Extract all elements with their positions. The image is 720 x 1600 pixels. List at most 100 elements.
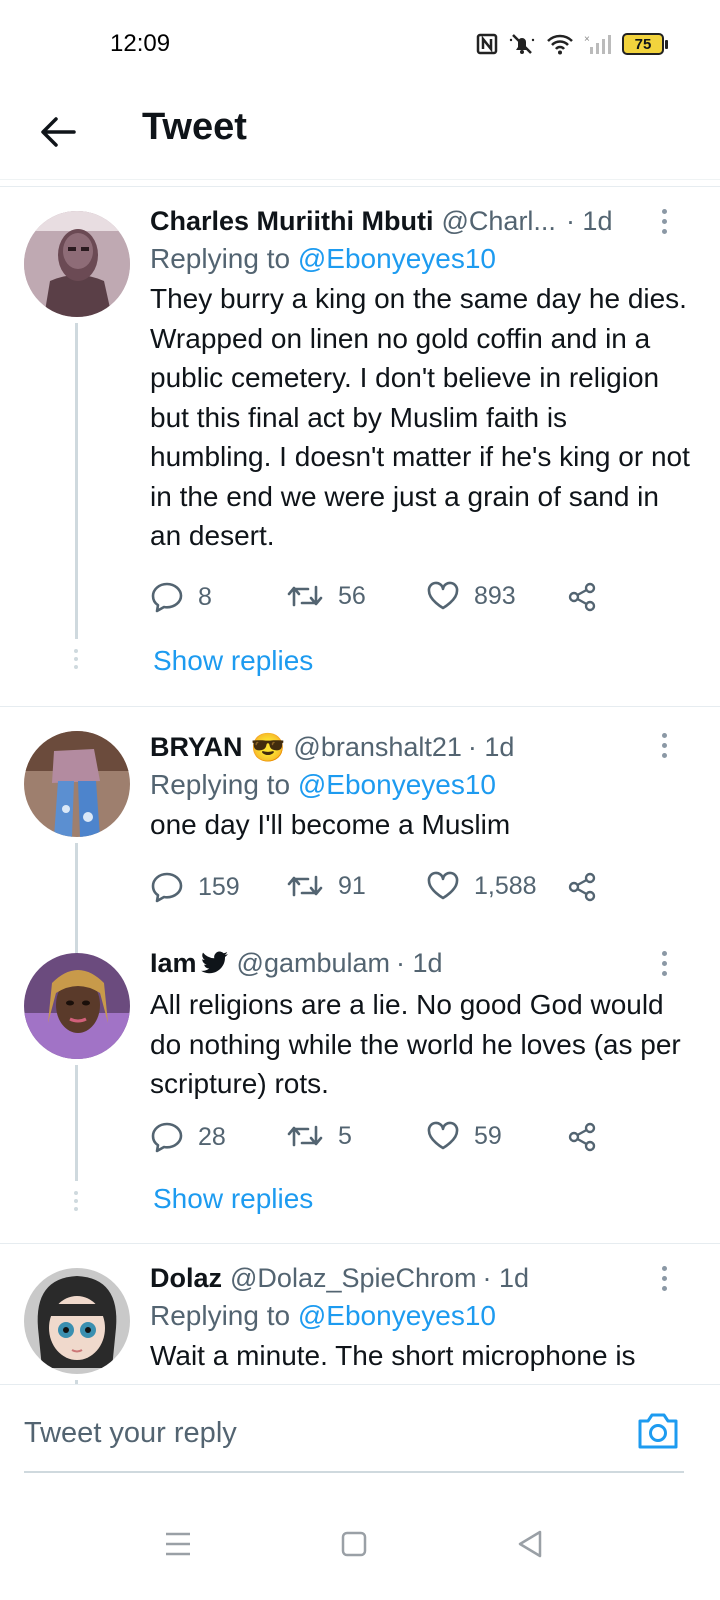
- thread-dots: [74, 1191, 79, 1211]
- home-button[interactable]: [334, 1524, 374, 1564]
- status-bar: 12:09 × 75: [0, 0, 720, 92]
- retweet-icon: [287, 585, 323, 607]
- thread-dots: [74, 649, 79, 669]
- retweet-button[interactable]: 56: [286, 581, 366, 611]
- share-button[interactable]: [566, 871, 598, 903]
- battery-indicator: 75: [622, 33, 668, 55]
- tweet-text: Wait a minute. The short microphone is: [150, 1340, 636, 1371]
- reply-count: 28: [198, 1122, 226, 1151]
- author-handle[interactable]: @Charl...: [442, 206, 556, 237]
- menu-icon: [166, 1532, 190, 1556]
- retweet-icon: [287, 1125, 323, 1147]
- author-handle[interactable]: @gambulam: [237, 948, 390, 979]
- reply-icon: [151, 582, 183, 613]
- status-icons: × 75: [476, 32, 668, 56]
- avatar[interactable]: [24, 1268, 130, 1374]
- retweet-icon: [287, 875, 323, 897]
- tweet-time: · 1d: [482, 1262, 530, 1293]
- tweet-actions: 8 56 893: [150, 581, 620, 621]
- tweet-item[interactable]: Iam @gambulam · 1d All religions are a l…: [0, 947, 720, 1243]
- retweet-count: 5: [338, 1121, 352, 1150]
- back-arrow-icon: [41, 117, 76, 147]
- avatar-image: [24, 731, 130, 837]
- like-button[interactable]: 893: [426, 581, 516, 611]
- replying-mention-link[interactable]: @Ebonyeyes10: [298, 769, 496, 800]
- reply-icon: [151, 872, 183, 903]
- reply-button[interactable]: 8: [150, 581, 212, 613]
- author-name[interactable]: Charles Muriithi Mbuti: [150, 206, 434, 237]
- nfc-icon: [476, 33, 498, 55]
- more-options-button[interactable]: [658, 951, 670, 976]
- avatar[interactable]: [24, 211, 130, 317]
- tweet-meta: BRYAN 😎 @branshalt21 · 1d: [150, 729, 690, 765]
- thread-line: [75, 1065, 78, 1181]
- reply-composer: [0, 1384, 720, 1484]
- retweet-count: 56: [338, 581, 366, 610]
- wifi-icon: [547, 34, 573, 55]
- bird-icon: [200, 951, 228, 974]
- reply-button[interactable]: 159: [150, 871, 240, 903]
- more-options-button[interactable]: [658, 209, 670, 234]
- recents-button[interactable]: [158, 1524, 198, 1564]
- page-title: Tweet: [142, 106, 247, 148]
- tweet-content: BRYAN 😎 @branshalt21 · 1d Replying to @E…: [150, 729, 690, 845]
- more-options-button[interactable]: [658, 1266, 670, 1291]
- tweet-content: Charles Muriithi Mbuti @Charl... · 1d Re…: [150, 203, 690, 556]
- author-handle[interactable]: @Dolaz_SpieChrom: [230, 1263, 477, 1294]
- author-handle[interactable]: @branshalt21: [293, 732, 462, 763]
- home-icon: [341, 1531, 367, 1557]
- retweet-button[interactable]: 91: [286, 871, 366, 901]
- back-nav-button[interactable]: [510, 1524, 550, 1564]
- tweet-time: · 1d: [396, 947, 443, 978]
- replying-mention-link[interactable]: @Ebonyeyes10: [298, 243, 496, 274]
- like-button[interactable]: 59: [426, 1121, 502, 1151]
- retweet-count: 91: [338, 871, 366, 900]
- share-button[interactable]: [566, 581, 598, 613]
- tweet-meta: Dolaz @Dolaz_SpieChrom · 1d: [150, 1260, 690, 1296]
- like-count: 59: [474, 1121, 502, 1150]
- replying-mention-link[interactable]: @Ebonyeyes10: [298, 1300, 496, 1331]
- replying-to: Replying to @Ebonyeyes10: [150, 769, 690, 801]
- like-count: 893: [474, 581, 516, 610]
- avatar-image: [24, 211, 130, 317]
- reply-underline: [24, 1471, 684, 1473]
- tweet-actions: 28 5 59: [150, 1121, 620, 1161]
- sunglasses-emoji-icon: 😎: [250, 731, 286, 763]
- show-replies-link[interactable]: Show replies: [153, 645, 313, 677]
- tweet-actions: 159 91 1,588: [150, 871, 620, 911]
- status-time: 12:09: [110, 30, 171, 57]
- tweet-item[interactable]: BRYAN 😎 @branshalt21 · 1d Replying to @E…: [0, 707, 720, 947]
- camera-button[interactable]: [636, 1411, 680, 1451]
- more-options-button[interactable]: [658, 733, 670, 758]
- top-app-bar: Tweet: [0, 92, 720, 180]
- avatar-image: [24, 953, 130, 1059]
- show-replies-link[interactable]: Show replies: [153, 1183, 313, 1215]
- like-count: 1,588: [474, 871, 537, 900]
- signal-icon: ×: [584, 34, 611, 54]
- share-button[interactable]: [566, 1121, 598, 1153]
- tweet-content: Iam @gambulam · 1d All religions are a l…: [150, 945, 690, 1104]
- retweet-button[interactable]: 5: [286, 1121, 352, 1151]
- reply-count: 159: [198, 872, 240, 901]
- reply-input[interactable]: [24, 1413, 584, 1453]
- author-name[interactable]: Iam: [150, 948, 197, 979]
- reply-count: 8: [198, 582, 212, 611]
- tweet-content: Dolaz @Dolaz_SpieChrom · 1d Replying to …: [150, 1260, 690, 1376]
- share-icon: [568, 1122, 596, 1152]
- avatar[interactable]: [24, 953, 130, 1059]
- replying-prefix: Replying to: [150, 769, 291, 800]
- like-icon: [427, 871, 459, 900]
- author-name[interactable]: Dolaz: [150, 1263, 222, 1294]
- reply-icon: [151, 1122, 183, 1153]
- avatar[interactable]: [24, 731, 130, 837]
- share-icon: [568, 872, 596, 902]
- back-button[interactable]: [34, 108, 82, 156]
- tweet-item[interactable]: Charles Muriithi Mbuti @Charl... · 1d Re…: [0, 187, 720, 707]
- tweet-time: · 1d: [565, 205, 613, 236]
- thread-line: [75, 843, 78, 947]
- tweet-text: They burry a king on the same day he die…: [150, 283, 690, 551]
- reply-button[interactable]: 28: [150, 1121, 226, 1153]
- author-name[interactable]: BRYAN: [150, 732, 243, 763]
- replies-feed[interactable]: Charles Muriithi Mbuti @Charl... · 1d Re…: [0, 186, 720, 1412]
- like-button[interactable]: 1,588: [426, 871, 537, 901]
